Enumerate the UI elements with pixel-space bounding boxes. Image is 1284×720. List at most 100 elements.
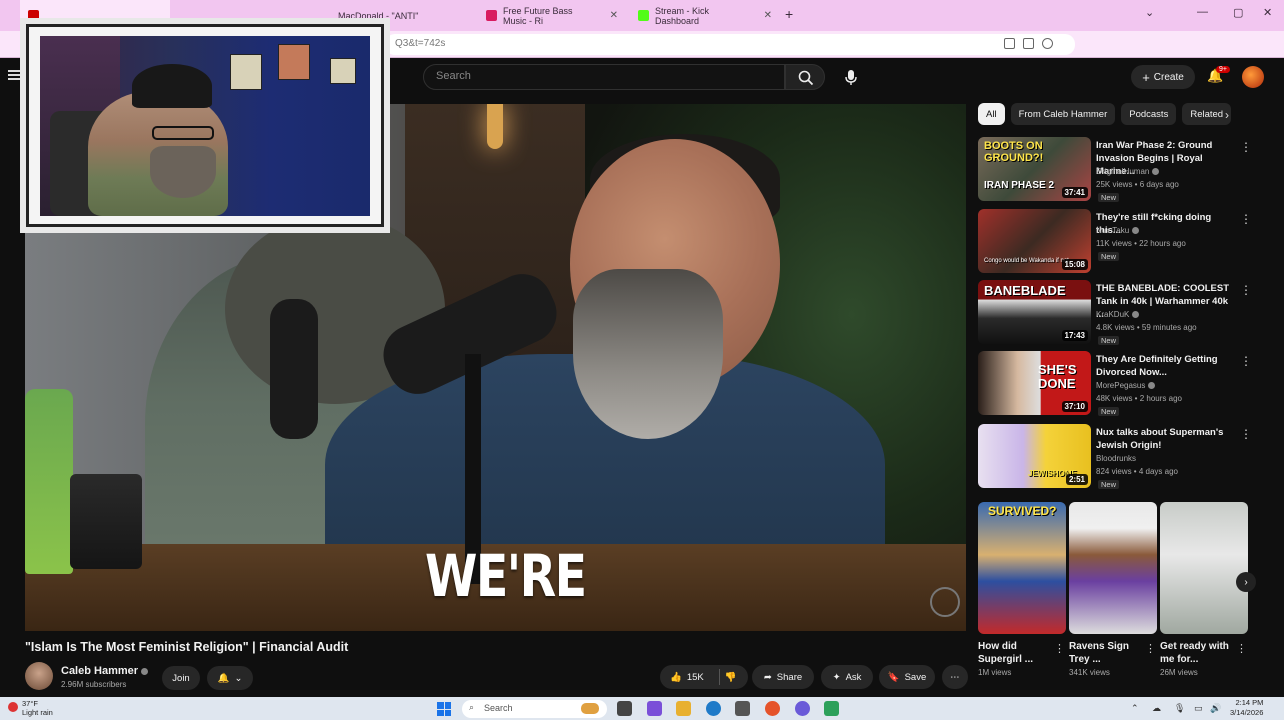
recommendation-thumbnail[interactable]: JEWISHOME 2:51 (978, 424, 1091, 488)
hamburger-menu-icon[interactable] (8, 70, 20, 80)
obs-icon[interactable] (824, 701, 839, 716)
recommendation-title[interactable]: Nux talks about Superman's Jewish Origin… (1096, 426, 1236, 452)
browser-tab[interactable]: Free Future Bass Music - Ri ✕ (478, 0, 626, 31)
like-button[interactable]: 👍 (670, 672, 682, 683)
channel-avatar[interactable] (25, 662, 53, 690)
join-button[interactable]: Join (162, 666, 200, 690)
recommendation-thumbnail[interactable]: BOOTS ON GROUND?! IRAN PHASE 2 37:41 (978, 137, 1091, 201)
chevron-down-icon: ⌄ (234, 672, 243, 684)
search-input[interactable]: Search (423, 64, 785, 90)
video-scene-bottle (25, 389, 73, 574)
more-vertical-icon[interactable]: ⋮ (1240, 354, 1252, 368)
close-window-icon[interactable]: ✕ (1263, 6, 1272, 19)
channel-name[interactable]: Caleb Hammer (61, 665, 149, 677)
short-views: 341K views (1069, 668, 1110, 677)
recommendation-item[interactable]: SHE'S DONE 37:10 They Are Definitely Get… (978, 351, 1252, 416)
short-thumbnail[interactable]: SURVIVED? (978, 502, 1066, 634)
recommendation-channel[interactable]: Bloodrunks (1096, 454, 1136, 463)
windows-start-icon[interactable] (437, 702, 451, 716)
more-vertical-icon[interactable]: ⋮ (1145, 642, 1156, 655)
recommendation-item[interactable]: Congo would be Wakanda if not 15:08 They… (978, 209, 1252, 273)
more-vertical-icon[interactable]: ⋮ (1240, 140, 1252, 154)
search-button[interactable] (785, 64, 825, 90)
recommendation-thumbnail[interactable]: BANEBLADE 17:43 (978, 280, 1091, 344)
recommendation-title[interactable]: They Are Definitely Getting Divorced Now… (1096, 353, 1236, 379)
chip-podcasts[interactable]: Podcasts (1121, 103, 1177, 125)
search-placeholder: Search (436, 70, 471, 82)
join-label: Join (172, 672, 190, 684)
more-vertical-icon[interactable]: ⋮ (1054, 642, 1065, 655)
taskbar-clock[interactable]: 2:14 PM 3/14/2026 (1230, 698, 1263, 718)
maximize-icon[interactable]: ▢ (1233, 6, 1243, 19)
reader-icon[interactable] (1004, 38, 1015, 49)
dislike-button[interactable]: 👎 (725, 672, 737, 683)
close-tab-icon[interactable]: ✕ (764, 10, 772, 21)
search-highlight-icon (581, 703, 599, 714)
filter-chips: All From Caleb Hammer Podcasts Related (978, 103, 1238, 125)
recommendation-channel[interactable]: Nux Taku (1096, 226, 1140, 235)
browser-tab[interactable]: Stream - Kick Dashboard ✕ (630, 0, 780, 31)
video-title: "Islam Is The Most Feminist Religion" | … (25, 640, 349, 654)
voice-search-button[interactable] (838, 66, 864, 92)
short-item[interactable]: SURVIVED? How did Supergirl ... 1M views… (978, 502, 1066, 677)
url-input[interactable]: Q3&t=742s (385, 34, 1075, 55)
new-tab-button[interactable]: + (785, 6, 793, 22)
edge-icon[interactable] (706, 701, 721, 716)
chip-next-chevron-icon[interactable]: › (1225, 108, 1229, 122)
recommendation-channel[interactable]: OriginalHuman (1096, 167, 1160, 176)
more-actions-button[interactable]: ⋯ (942, 665, 968, 689)
short-thumbnail[interactable] (1160, 502, 1248, 634)
subscription-bell-button[interactable]: 🔔 ⌄ (207, 666, 253, 690)
microphone-icon[interactable]: 🎙 (1174, 703, 1185, 714)
copilot-icon[interactable] (647, 701, 662, 716)
video-duration: 37:10 (1061, 401, 1088, 412)
short-item[interactable]: Get ready with me for... 26M views ⋮ (1160, 502, 1248, 677)
share-button[interactable]: ➦ Share (752, 665, 814, 689)
discord-icon[interactable] (795, 701, 810, 716)
pip-icon[interactable] (1023, 38, 1034, 49)
chip-related[interactable]: Related (1182, 103, 1232, 125)
minimize-icon[interactable]: — (1197, 6, 1208, 18)
display-icon[interactable]: ▭ (1194, 703, 1203, 714)
taskbar-search-input[interactable]: ⌕ Search (462, 700, 607, 718)
create-button[interactable]: + Create (1131, 65, 1195, 89)
firefox-icon[interactable] (765, 701, 780, 716)
short-title[interactable]: Ravens Sign Trey ... (1069, 640, 1145, 666)
channel-watermark-icon[interactable] (930, 587, 960, 617)
channel-text: KraKDuK (1096, 310, 1130, 319)
short-title[interactable]: How did Supergirl ... (978, 640, 1054, 666)
close-tab-icon[interactable]: ✕ (610, 10, 618, 21)
more-vertical-icon[interactable]: ⋮ (1240, 427, 1252, 441)
chip-from-channel[interactable]: From Caleb Hammer (1010, 103, 1116, 125)
short-item[interactable]: Ravens Sign Trey ... 341K views ⋮ (1069, 502, 1157, 677)
more-vertical-icon[interactable]: ⋮ (1240, 283, 1252, 297)
recommendation-channel[interactable]: KraKDuK (1096, 310, 1140, 319)
file-explorer-icon[interactable] (676, 701, 691, 716)
tray-app-icon[interactable]: ☁ (1152, 703, 1161, 714)
speaker-icon[interactable]: 🔊 (1210, 703, 1221, 714)
chip-all[interactable]: All (978, 103, 1005, 125)
chip-label: Related (1190, 108, 1224, 120)
store-icon[interactable] (735, 701, 750, 716)
recommendation-item[interactable]: JEWISHOME 2:51 Nux talks about Superman'… (978, 424, 1252, 489)
recommendation-thumbnail[interactable]: Congo would be Wakanda if not 15:08 (978, 209, 1091, 273)
recommendation-item[interactable]: BANEBLADE 17:43 THE BANEBLADE: COOLEST T… (978, 280, 1252, 345)
recommendation-channel[interactable]: MorePegasus (1096, 381, 1156, 390)
bookmark-star-icon[interactable] (1042, 38, 1053, 49)
task-view-icon[interactable] (617, 701, 632, 716)
shorts-next-chevron-icon[interactable]: › (1236, 572, 1256, 592)
ask-button[interactable]: ✦ Ask (821, 665, 873, 689)
tray-chevron-up-icon[interactable]: ⌃ (1131, 703, 1139, 714)
save-button[interactable]: 🔖 Save (879, 665, 935, 689)
short-title[interactable]: Get ready with me for... (1160, 640, 1236, 666)
more-vertical-icon[interactable]: ⋮ (1236, 642, 1247, 655)
more-vertical-icon[interactable]: ⋮ (1240, 212, 1252, 226)
account-avatar[interactable] (1242, 66, 1264, 88)
create-label: Create (1153, 71, 1184, 83)
recommendation-thumbnail[interactable]: SHE'S DONE 37:10 (978, 351, 1091, 415)
recommendation-meta: 48K views • 2 hours ago (1096, 394, 1182, 403)
weather-widget[interactable]: 37°F Light rain (8, 699, 53, 717)
short-thumbnail[interactable] (1069, 502, 1157, 634)
recommendation-item[interactable]: BOOTS ON GROUND?! IRAN PHASE 2 37:41 Ira… (978, 137, 1252, 202)
tab-list-chevron-icon[interactable]: ⌄ (1145, 6, 1154, 19)
